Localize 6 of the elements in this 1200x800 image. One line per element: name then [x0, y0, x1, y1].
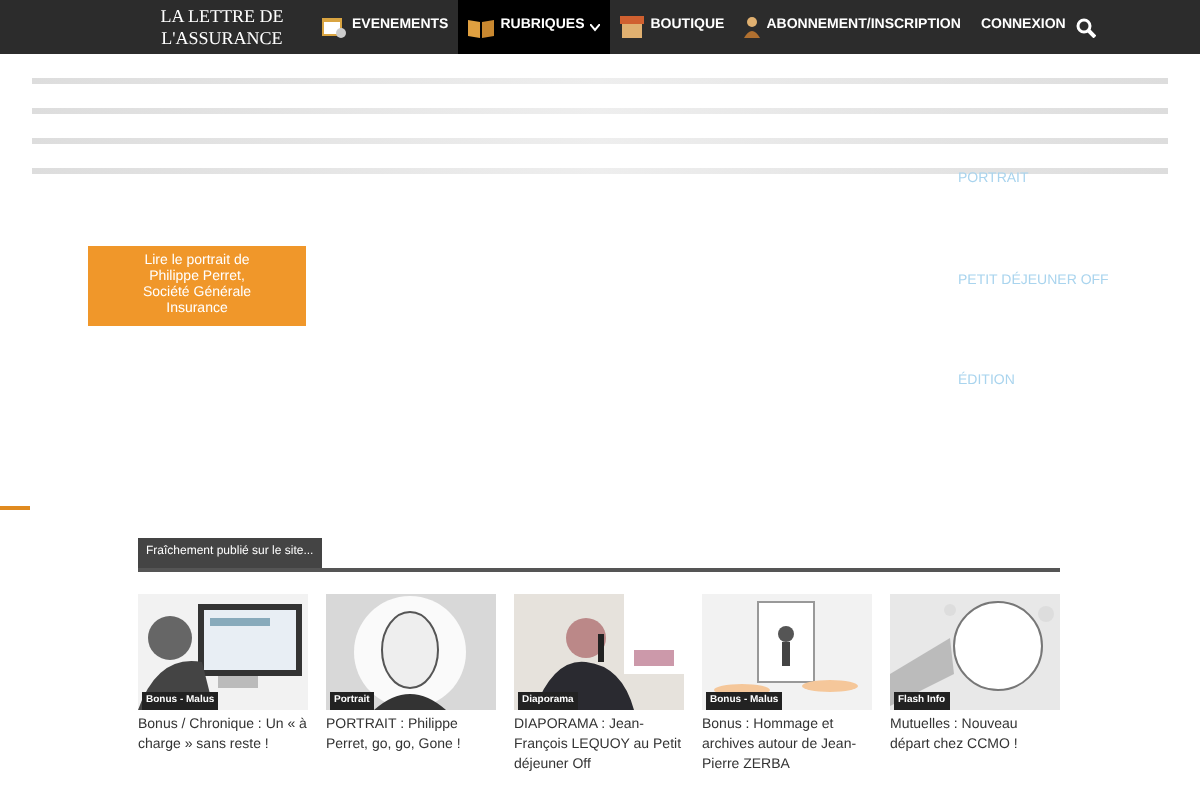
person-icon [744, 16, 761, 38]
book-icon [468, 16, 495, 38]
search-icon[interactable] [1075, 17, 1096, 37]
calendar-icon [322, 16, 346, 38]
site-logo[interactable]: LA LETTRE DE L'ASSURANCE [144, 5, 300, 49]
shop-icon [620, 16, 645, 38]
